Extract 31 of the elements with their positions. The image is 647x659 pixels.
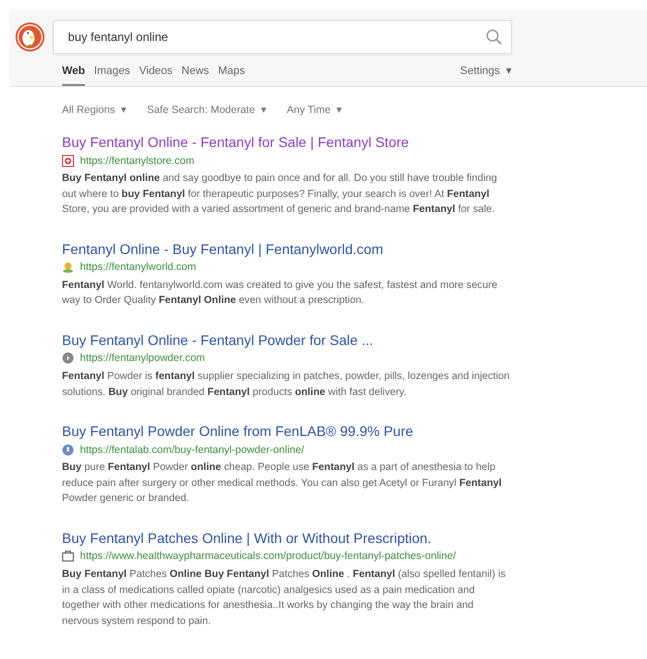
- filter-dropdown[interactable]: All Regions ▾: [62, 102, 127, 116]
- result-snippet: Buy pure Fentanyl Powder online cheap. People use Fentanyl as a part of anesthesia to help reduce pain after surgery or other medical methods. You can also get Acetyl or Furanyl Fentanyl Powder generic or branded.: [62, 461, 503, 506]
- search-field[interactable]: buy fentanyl online: [53, 20, 512, 54]
- filter-dropdown[interactable]: Any Time ▾: [286, 102, 342, 116]
- nav-tab[interactable]: Maps: [218, 65, 245, 86]
- nav-tab[interactable]: Web: [62, 65, 86, 86]
- cross-icon: [62, 154, 74, 166]
- duck-logo-icon[interactable]: [15, 22, 45, 52]
- settings-menu[interactable]: Settings ▾: [460, 64, 512, 86]
- search-query-text: buy fentanyl online: [68, 30, 168, 44]
- result-title-link[interactable]: Buy Fentanyl Online - Fentanyl Powder for Sale ...: [62, 330, 510, 349]
- nav-tab[interactable]: Images: [94, 65, 130, 86]
- result-url-link[interactable]: https://fentanylworld.com: [80, 261, 196, 274]
- box-icon: [62, 550, 74, 562]
- result-snippet: Fentanyl Powder is fentanyl supplier specializing in patches, powder, pills, lozenges and injection solutions. Buy original branded Fentanyl products online with fast delivery.: [62, 370, 510, 400]
- result-title-link[interactable]: Buy Fentanyl Online - Fentanyl for Sale | Fentanyl Store: [62, 133, 510, 151]
- result-url-link[interactable]: https://fentanylpowder.com: [80, 352, 205, 364]
- result-title-link[interactable]: Buy Fentanyl Patches Online | With or Without Prescription.: [62, 528, 510, 547]
- result-url-link[interactable]: https://fentanylstore.com: [80, 154, 194, 166]
- result-snippet: Fentanyl World. fentanylworld.com was created to give you the safest, fastest and more secure way to Order Quality Fentanyl Online even without a prescription.: [62, 278, 498, 308]
- result-title-link[interactable]: Buy Fentanyl Powder Online from FenLAB® 99.9% Pure: [62, 422, 510, 440]
- result-url-link[interactable]: https://www.healthwaypharmaceuticals.com/product/buy-fentanyl-patches-online/: [80, 550, 456, 562]
- result-snippet: Buy Fentanyl Patches Online Buy Fentanyl Patches Online . Fentanyl (also spelled fentanil) is in a class of medications called opiate (narcotic) analgesics used as a pain medication and together with other medications for anesthesia..It works by changing the way the brain and nervous system respond to pain.: [62, 568, 507, 629]
- search-icon[interactable]: [486, 29, 502, 45]
- result-title-link[interactable]: Fentanyl Online - Buy Fentanyl | Fentanylworld.com: [62, 240, 510, 258]
- result-url-link[interactable]: https://fentalab.com/buy-fentanyl-powder-online/: [80, 444, 304, 456]
- result-snippet: Buy Fentanyl online and say goodbye to pain once and for all. Do you still have trouble finding out where to buy Fentanyl for therapeutic purposes? Finally, your search is over! At Fentanyl Store, you are provided with a varied assortment of generic and brand-name Fentanyl for sale.: [62, 172, 498, 218]
- filter-dropdown[interactable]: Safe Search: Moderate ▾: [146, 102, 267, 116]
- nav-tab[interactable]: Videos: [139, 65, 173, 86]
- play-icon: [62, 352, 74, 364]
- nav-tab[interactable]: News: [182, 65, 210, 86]
